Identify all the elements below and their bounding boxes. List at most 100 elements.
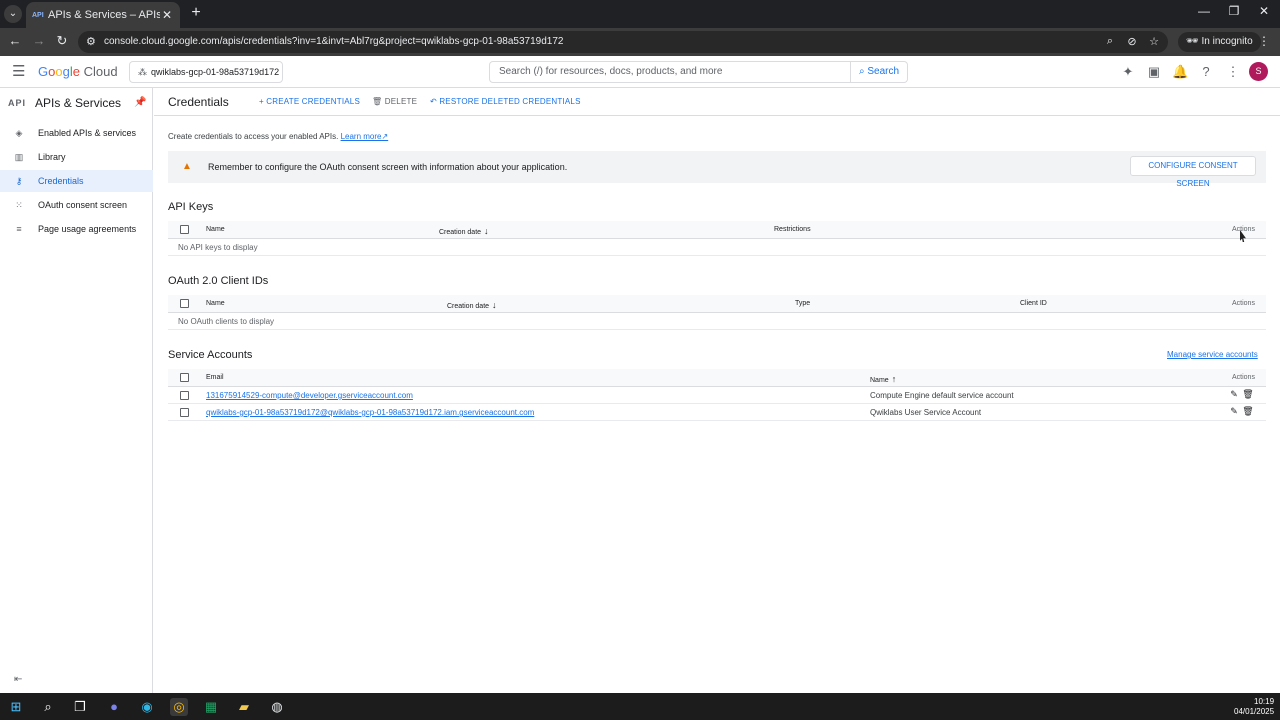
table-row: qwiklabs-gcp-01-98a53719d172@qwiklabs-gc… [168, 404, 1266, 421]
delete-button[interactable]: 🗑 DELETE [372, 97, 417, 106]
sidebar-item-enabled-apis[interactable]: ◈ Enabled APIs & services [0, 122, 153, 144]
clock-date: 04/01/2025 [1234, 707, 1275, 716]
search-input[interactable]: Search (/) for resources, docs, products… [489, 61, 851, 83]
forward-icon[interactable]: → [30, 33, 48, 48]
column-name[interactable]: Name [206, 300, 225, 307]
new-tab-icon[interactable]: + [188, 4, 204, 22]
sort-down-icon: ↓ [484, 226, 489, 236]
external-link-icon: ↗ [381, 132, 389, 141]
column-name[interactable]: Name [206, 226, 225, 233]
close-window-icon[interactable]: ✕ [1254, 4, 1274, 18]
restore-window-icon[interactable]: ❐ [1224, 4, 1244, 18]
pin-icon[interactable]: 📌 [134, 97, 146, 108]
browser-tab[interactable]: API APIs & Services – APIs & Servic ✕ [26, 2, 180, 28]
sidebar-item-page-usage[interactable]: ≡ Page usage agreements [0, 218, 153, 240]
create-credentials-button[interactable]: + CREATE CREDENTIALS [259, 97, 360, 106]
tab-search-icon[interactable]: ⌄ [4, 5, 22, 23]
column-creation-date[interactable]: Creation date ↓ [439, 226, 489, 236]
sidebar-title-text: APIs & Services [35, 96, 122, 110]
file-explorer-icon[interactable]: ▰ [235, 698, 253, 716]
zoom-icon[interactable]: ⌕ [1102, 35, 1118, 48]
more-options-icon[interactable]: ⋮ [1225, 64, 1241, 80]
page-toolbar: Credentials + CREATE CREDENTIALS 🗑 DELET… [154, 88, 1280, 116]
column-restrictions[interactable]: Restrictions [774, 226, 811, 233]
select-all-checkbox[interactable] [180, 225, 189, 234]
sidebar-item-label: OAuth consent screen [38, 200, 128, 210]
menu-icon[interactable]: ☰ [12, 62, 25, 80]
chrome-icon[interactable]: ◎ [170, 698, 188, 716]
configure-consent-button[interactable]: CONFIGURE CONSENT SCREEN [1130, 156, 1256, 188]
cloud-header: ☰ Google Cloud ⁂ qwiklabs-gcp-01-98a53719… [0, 56, 1280, 88]
column-name-label: Name [870, 377, 889, 384]
minimize-icon[interactable]: — [1194, 4, 1214, 18]
search-button[interactable]: ⌕ Search [851, 61, 908, 83]
sidebar-item-label: Page usage agreements [38, 224, 137, 234]
table-header: Name Creation date ↓ Restrictions Actions [168, 221, 1266, 239]
logo-cloud-text: Cloud [83, 64, 118, 79]
project-icon: ⁂ [138, 67, 147, 77]
learn-more-link[interactable]: Learn more [341, 132, 382, 141]
address-bar[interactable]: ⚙ console.cloud.google.com/apis/credenti… [78, 31, 1168, 53]
help-icon[interactable]: ? [1198, 64, 1214, 79]
edit-icon[interactable]: ✎ [1228, 406, 1240, 417]
task-view-icon[interactable]: ❐ [71, 698, 89, 716]
google-cloud-logo[interactable]: Google Cloud [38, 64, 118, 79]
select-all-checkbox[interactable] [180, 373, 189, 382]
main-content: Credentials + CREATE CREDENTIALS 🗑 DELET… [154, 88, 1280, 693]
cloud-shell-icon[interactable]: ▣ [1146, 64, 1162, 80]
close-tab-icon[interactable]: ✕ [160, 8, 174, 22]
app-icon[interactable]: ◍ [268, 698, 286, 716]
table-header: Name Creation date ↓ Type Client ID Actio… [168, 295, 1266, 313]
incognito-label: In incognito [1201, 36, 1253, 47]
gemini-icon[interactable]: ✦ [1120, 64, 1136, 80]
bookmark-star-icon[interactable]: ☆ [1146, 35, 1162, 48]
service-account-email-link[interactable]: qwiklabs-gcp-01-98a53719d172@qwiklabs-gc… [206, 408, 534, 417]
library-icon: ▥ [14, 152, 24, 162]
sidebar: API APIs & Services 📌 ◈ Enabled APIs & se… [0, 88, 153, 693]
teams-icon[interactable]: ● [105, 698, 123, 716]
project-picker[interactable]: ⁂ qwiklabs-gcp-01-98a53719d172 [129, 61, 283, 83]
delete-icon[interactable]: 🗑 [1242, 389, 1254, 400]
row-checkbox[interactable] [180, 391, 189, 400]
select-all-checkbox[interactable] [180, 299, 189, 308]
column-email[interactable]: Email [206, 374, 224, 381]
search-icon[interactable]: ⌕ [39, 698, 57, 716]
system-clock[interactable]: 10:19 04/01/2025 [1234, 697, 1274, 717]
sidebar-item-credentials[interactable]: ⚷ Credentials [0, 170, 153, 192]
notifications-icon[interactable]: 🔔 [1172, 64, 1188, 80]
api-keys-table: Name Creation date ↓ Restrictions Actions… [168, 221, 1266, 256]
column-creation-date[interactable]: Creation date ↓ [447, 300, 497, 310]
windows-start-icon[interactable]: ⊞ [7, 698, 25, 716]
logo-letter: g [62, 64, 70, 79]
excel-icon[interactable]: ▦ [202, 698, 220, 716]
column-client-id[interactable]: Client ID [1020, 300, 1047, 307]
back-icon[interactable]: ← [6, 33, 24, 48]
browser-menu-icon[interactable]: ⋮ [1258, 34, 1270, 48]
edit-icon[interactable]: ✎ [1228, 389, 1240, 400]
api-keys-title: API Keys [168, 201, 214, 213]
clock-time: 10:19 [1254, 697, 1275, 706]
service-accounts-title: Service Accounts [168, 349, 253, 361]
reload-icon[interactable]: ↻ [53, 33, 71, 49]
collapse-sidebar-icon[interactable]: ⇤ [14, 674, 22, 685]
avatar[interactable]: S [1249, 62, 1268, 81]
edge-icon[interactable]: ◉ [138, 698, 156, 716]
sidebar-item-library[interactable]: ▥ Library [0, 146, 153, 168]
sidebar-item-oauth-consent[interactable]: ⁙ OAuth consent screen [0, 194, 153, 216]
delete-icon[interactable]: 🗑 [1242, 406, 1254, 417]
sidebar-title: API APIs & Services [8, 96, 121, 110]
eye-off-icon[interactable]: ⊘ [1124, 35, 1140, 48]
row-checkbox[interactable] [180, 408, 189, 417]
incognito-badge[interactable]: 🕶 In incognito [1178, 32, 1261, 52]
settings-list-icon: ≡ [16, 224, 22, 234]
service-account-email-link[interactable]: 131675914529-compute@developer.gservicea… [206, 391, 413, 400]
consent-icon: ⁙ [15, 200, 23, 210]
service-account-name: Compute Engine default service account [870, 391, 1014, 400]
column-type[interactable]: Type [795, 300, 810, 307]
logo-letter: G [38, 64, 49, 79]
site-info-icon[interactable]: ⚙ [86, 35, 96, 48]
page-title: Credentials [168, 95, 229, 109]
restore-credentials-button[interactable]: ↶ RESTORE DELETED CREDENTIALS [430, 97, 581, 106]
manage-service-accounts-link[interactable]: Manage service accounts [1167, 350, 1258, 359]
column-name[interactable]: Name ↑ [870, 374, 896, 384]
